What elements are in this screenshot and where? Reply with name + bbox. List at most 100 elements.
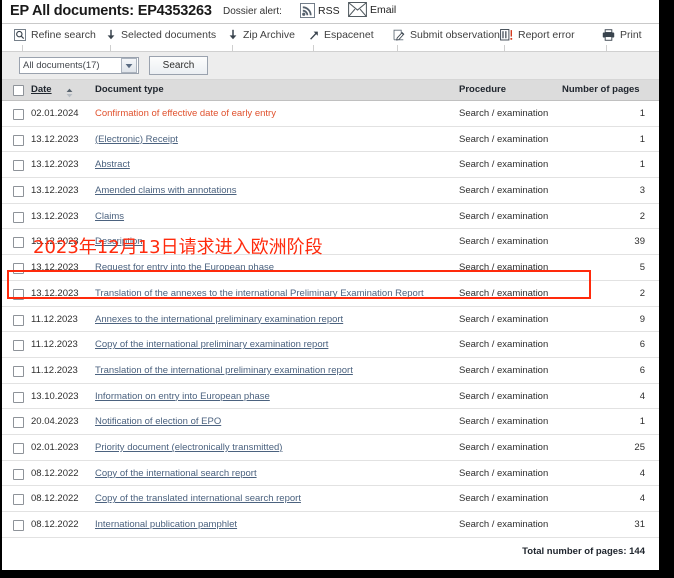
dossier-alert-label: Dossier alert:	[223, 6, 282, 17]
cell-document-type: Translation of the international prelimi…	[95, 365, 353, 376]
cell-number-of-pages: 1	[639, 108, 645, 119]
email-link[interactable]: Email	[348, 1, 396, 18]
row-select-checkbox[interactable]	[13, 314, 24, 326]
document-type-link[interactable]: Request for entry into the European phas…	[95, 262, 274, 273]
document-type-link[interactable]: International publication pamphlet	[95, 519, 237, 530]
table-row[interactable]: 13.12.2023 Description Search / examinatio…	[2, 229, 659, 256]
row-select-checkbox[interactable]	[13, 186, 24, 198]
column-header-document-type[interactable]: Document type	[95, 84, 164, 95]
column-header-procedure[interactable]: Procedure	[459, 84, 506, 95]
table-row[interactable]: 11.12.2023 Copy of the international prel…	[2, 332, 659, 358]
cell-document-type: Translation of the annexes to the intern…	[95, 288, 424, 299]
toolbar-report-error[interactable]: Report error	[500, 29, 575, 41]
toolbar-refine-search[interactable]: Refine search	[14, 29, 96, 41]
toolbar-print[interactable]: Print	[602, 29, 642, 41]
row-select-checkbox[interactable]	[13, 288, 24, 300]
table-row[interactable]: 11.12.2023 Annexes to the international p…	[2, 306, 659, 333]
cell-procedure: Search / examination	[459, 236, 549, 248]
cell-document-type: Copy of the translated international sea…	[95, 493, 301, 504]
cell-date: 11.12.2023	[31, 364, 78, 376]
row-select-checkbox[interactable]	[13, 365, 24, 377]
select-all-checkbox[interactable]	[13, 85, 24, 96]
document-type-link[interactable]: Abstract	[95, 159, 130, 170]
document-filter-value: All documents(17)	[23, 60, 100, 71]
row-select-checkbox[interactable]	[13, 211, 24, 223]
toolbar-espacenet[interactable]: Espacenet	[309, 29, 374, 41]
cell-date: 13.12.2023	[31, 185, 79, 197]
row-select-checkbox[interactable]	[13, 417, 24, 429]
document-type-link[interactable]: Translation of the international prelimi…	[95, 365, 353, 376]
cell-date: 08.12.2022	[31, 493, 79, 505]
table-row[interactable]: 08.12.2022 Copy of the translated interna…	[2, 486, 659, 512]
toolbar-selected-documents[interactable]: Selected documents	[106, 29, 216, 41]
cell-procedure: Search / examination	[459, 390, 549, 402]
row-select-checkbox[interactable]	[13, 520, 24, 531]
toolbar-submit-observations[interactable]: Submit observations	[393, 29, 505, 41]
row-select-checkbox[interactable]	[13, 237, 24, 249]
table-row[interactable]: 08.12.2022 International publication pamp…	[2, 512, 659, 538]
cell-number-of-pages: 4	[639, 467, 645, 479]
cell-document-type: Abstract	[95, 159, 130, 170]
row-select-checkbox[interactable]	[13, 468, 24, 480]
table-row[interactable]: 13.12.2023 Amended claims with annotation…	[2, 178, 659, 204]
row-select-checkbox[interactable]	[13, 442, 24, 454]
document-type-link[interactable]: Annexes to the international preliminary…	[95, 314, 343, 325]
cell-date: 02.01.2024	[31, 108, 79, 119]
cell-date: 13.12.2023	[31, 159, 79, 171]
document-type-link[interactable]: Description	[95, 236, 143, 247]
pencil-note-icon	[393, 29, 405, 41]
row-select-checkbox[interactable]	[13, 109, 24, 120]
table-row[interactable]: 13.12.2023 Abstract Search / examination 1	[2, 152, 659, 179]
toolbar-separator	[606, 45, 607, 52]
page-header: EP All documents: EP4353263 Dossier aler…	[2, 0, 659, 24]
sort-ascending-icon[interactable]	[66, 85, 73, 98]
row-select-checkbox[interactable]	[13, 494, 24, 506]
table-row[interactable]: 13.12.2023 (Electronic) Receipt Search / e…	[2, 126, 659, 153]
document-type-link[interactable]: Priority document (electronically transm…	[95, 442, 282, 453]
cell-document-type: Confirmation of effective date of early …	[95, 108, 276, 119]
document-filter-select[interactable]: All documents(17)	[19, 57, 139, 74]
column-header-date[interactable]: Date	[31, 84, 52, 95]
document-type-link[interactable]: Copy of the translated international sea…	[95, 493, 301, 504]
table-row[interactable]: 02.01.2024 Confirmation of effective date…	[2, 101, 659, 127]
table-row[interactable]: 02.01.2023 Priority document (electronica…	[2, 434, 659, 461]
cell-procedure: Search / examination	[459, 467, 549, 479]
toolbar-label: Selected documents	[121, 29, 217, 41]
document-type-link[interactable]: Copy of the international preliminary ex…	[95, 339, 328, 350]
column-header-date-label: Date	[31, 84, 52, 95]
toolbar-zip-archive[interactable]: Zip Archive	[228, 29, 295, 41]
document-type-link[interactable]: (Electronic) Receipt	[95, 134, 178, 145]
row-select-checkbox[interactable]	[13, 134, 24, 146]
document-type-link[interactable]: Amended claims with annotations	[95, 185, 237, 196]
table-row[interactable]: 13.10.2023 Information on entry into Euro…	[2, 383, 659, 410]
column-header-number-of-pages[interactable]: Number of pages	[562, 84, 640, 95]
document-type-link[interactable]: Claims	[95, 211, 124, 222]
cell-document-type: Priority document (electronically transm…	[95, 442, 282, 453]
table-row[interactable]: 20.04.2023 Notification of election of EP…	[2, 409, 659, 435]
cell-number-of-pages: 31	[634, 519, 645, 530]
table-row[interactable]: 11.12.2023 Translation of the internation…	[2, 357, 659, 384]
row-select-checkbox[interactable]	[13, 160, 24, 172]
row-select-checkbox[interactable]	[13, 391, 24, 403]
cell-procedure: Search / examination	[459, 108, 549, 119]
table-row[interactable]: 13.12.2023 Claims Search / examination 2	[2, 203, 659, 230]
report-bar-icon	[500, 29, 513, 41]
document-type-link[interactable]: Translation of the annexes to the intern…	[95, 288, 424, 299]
rss-link[interactable]: RSS	[300, 3, 340, 18]
cell-procedure: Search / examination	[459, 287, 549, 299]
document-type-link[interactable]: Confirmation of effective date of early …	[95, 108, 276, 119]
table-row[interactable]: 08.12.2022 Copy of the international sear…	[2, 460, 659, 487]
chevron-down-icon[interactable]	[121, 58, 137, 73]
cell-document-type: (Electronic) Receipt	[95, 134, 178, 145]
table-row[interactable]: 13.12.2023 Request for entry into the Eur…	[2, 255, 659, 281]
document-type-link[interactable]: Notification of election of EPO	[95, 416, 221, 427]
search-button[interactable]: Search	[149, 56, 208, 75]
document-type-link[interactable]: Copy of the international search report	[95, 468, 257, 479]
table-row[interactable]: 13.12.2023 Translation of the annexes to …	[2, 280, 659, 307]
cell-number-of-pages: 4	[639, 493, 645, 505]
toolbar-separator	[232, 45, 233, 52]
row-select-checkbox[interactable]	[13, 263, 24, 275]
document-type-link[interactable]: Information on entry into European phase	[95, 391, 270, 402]
row-select-checkbox[interactable]	[13, 340, 24, 352]
documents-table: Date Document type Procedure Number of p…	[2, 80, 659, 564]
